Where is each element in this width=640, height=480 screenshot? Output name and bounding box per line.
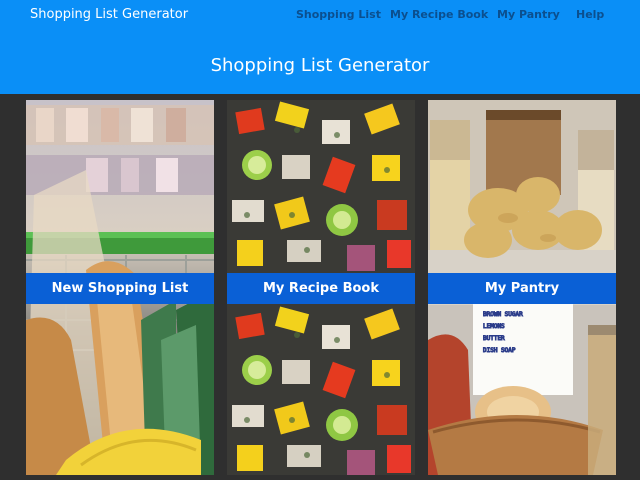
pantry-note-line: DISH SOAP [483,347,516,354]
card-my-recipe-book[interactable]: My Recipe Book [227,100,415,475]
card-label: New Shopping List [26,273,214,304]
card-my-pantry[interactable]: BROWN SUGAR LEMONS BUTTER DISH SOAP My P… [428,100,616,475]
top-header: Shopping List Generator Shopping List My… [0,0,640,94]
card-new-shopping-list[interactable]: New Shopping List [26,100,214,475]
nav-my-recipe-book[interactable]: My Recipe Book [390,8,488,21]
card-label: My Recipe Book [227,273,415,304]
pantry-note-line: BUTTER [483,335,505,342]
page-title: Shopping List Generator [210,55,430,76]
pantry-note-line: LEMONS [483,323,505,330]
nav-shopping-list[interactable]: Shopping List [296,8,381,21]
nav-my-pantry[interactable]: My Pantry [497,8,560,21]
brand-title[interactable]: Shopping List Generator [30,7,188,22]
nav-help[interactable]: Help [576,8,604,21]
pantry-note-line: BROWN SUGAR [483,311,523,318]
card-label: My Pantry [428,273,616,304]
